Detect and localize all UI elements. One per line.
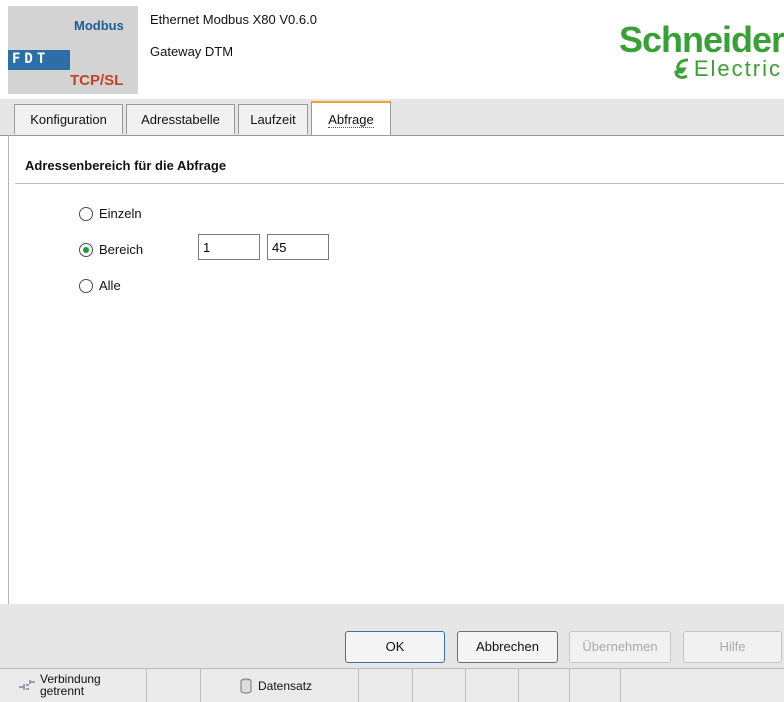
radio-alle-circle[interactable] <box>79 278 93 293</box>
disconnected-plug-icon <box>19 680 35 690</box>
dataset-status: Datensatz <box>240 678 312 694</box>
range-end-input[interactable] <box>267 234 329 260</box>
status-separator <box>620 669 621 702</box>
connection-status-text: Verbindung getrennt <box>40 673 101 697</box>
product-name: Ethernet Modbus X80 V0.6.0 <box>150 12 317 27</box>
radio-einzeln[interactable]: Einzeln <box>79 206 142 221</box>
brand-name: Schneider <box>618 19 784 60</box>
brand-electric-text: Electric <box>693 56 782 81</box>
brand-electric: Electric <box>674 58 782 80</box>
radio-einzeln-label: Einzeln <box>99 206 142 221</box>
tab-abfrage[interactable]: Abfrage <box>311 101 391 135</box>
schneider-logo-icon <box>674 58 688 79</box>
tab-adresstabelle[interactable]: Adresstabelle <box>126 104 235 134</box>
tab-konfiguration[interactable]: Konfiguration <box>14 104 123 134</box>
modbus-logo-text: Modbus <box>74 18 124 33</box>
tab-label: Adresstabelle <box>141 112 220 127</box>
radio-einzeln-circle[interactable] <box>79 206 93 221</box>
dataset-status-text: Datensatz <box>258 679 313 693</box>
tab-laufzeit[interactable]: Laufzeit <box>238 104 308 134</box>
section-title: Adressenbereich für die Abfrage <box>25 158 227 173</box>
status-separator <box>358 669 359 702</box>
status-separator <box>569 669 570 702</box>
connection-status-line2: getrennt <box>40 684 85 698</box>
cancel-button[interactable]: Abbrechen <box>457 631 558 663</box>
header: FDT Modbus TCP/SL Ethernet Modbus X80 V0… <box>0 0 784 98</box>
radio-bereich[interactable]: Bereich <box>79 242 143 257</box>
fdt-logo-text: FDT <box>12 51 50 67</box>
tab-bar: Konfiguration Adresstabelle Laufzeit Abf… <box>0 99 784 136</box>
radio-alle-label: Alle <box>99 278 121 293</box>
range-start-input[interactable] <box>198 234 260 260</box>
status-separator <box>465 669 466 702</box>
apply-button[interactable]: Übernehmen <box>569 631 671 663</box>
database-icon <box>240 678 252 694</box>
product-subtitle: Gateway DTM <box>150 44 234 59</box>
status-separator <box>412 669 413 702</box>
tab-label: Abfrage <box>328 112 374 128</box>
ok-button[interactable]: OK <box>345 631 445 663</box>
status-separator <box>200 669 201 702</box>
section-divider <box>15 183 784 184</box>
radio-bereich-circle[interactable] <box>79 242 93 257</box>
connection-status: Verbindung getrennt <box>18 673 101 697</box>
status-separator <box>518 669 519 702</box>
radio-bereich-label: Bereich <box>99 242 144 257</box>
radio-alle[interactable]: Alle <box>79 278 121 293</box>
tab-label: Konfiguration <box>30 112 107 127</box>
tab-label: Laufzeit <box>250 112 296 127</box>
fdt-logo: FDT Modbus TCP/SL <box>8 6 138 94</box>
status-separator <box>146 669 147 702</box>
tcp-logo-text: TCP/SL <box>70 72 124 89</box>
dialog-footer: OK Abbrechen Übernehmen Hilfe <box>0 604 784 668</box>
status-bar: Verbindung getrennt Datensatz <box>0 668 784 702</box>
query-panel: Adressenbereich für die Abfrage Einzeln … <box>8 136 784 604</box>
help-button[interactable]: Hilfe <box>683 631 782 663</box>
